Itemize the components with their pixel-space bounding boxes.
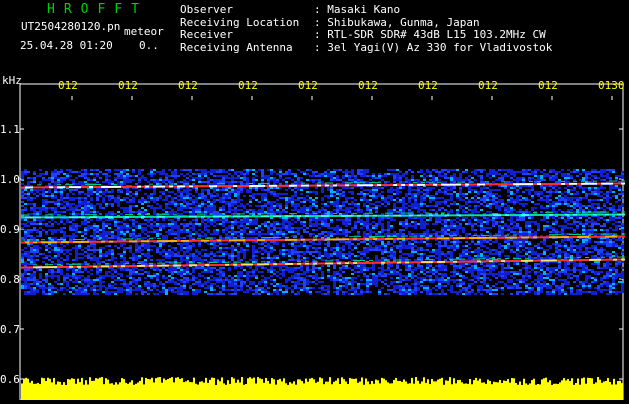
time-label: 012 [238,79,258,92]
info-value: : Masaki Kano [314,3,400,16]
y-tick-label: 0.8 [0,273,20,286]
mode-tag: meteor [124,25,164,38]
info-value: : Shibukawa, Gunma, Japan [314,16,480,29]
time-label: 012 [58,79,78,92]
filename-label: UT2504280120.pn [21,20,120,33]
time-label: 012 [418,79,438,92]
extra-label: 0.. [139,39,159,52]
app-logo: HROFFT [47,2,148,17]
time-label: 012 [178,79,198,92]
time-label: 012 [358,79,378,92]
y-tick-label: 0.7 [0,323,20,336]
header: HROFFT UT2504280120.pn meteor 25.04.28 0… [0,0,629,72]
info-value: : 3el Yagi(V) Az 330 for Vladivostok [314,41,552,54]
time-label: 0130 [598,79,625,92]
observation-info: Observer: Masaki KanoReceiving Location:… [180,4,552,54]
info-label: Receiving Antenna [180,42,314,55]
y-tick-label: 0.6 [0,373,20,386]
y-unit-label: kHz [2,74,22,87]
info-label: Receiver [180,29,314,42]
spectrogram: kHz 1.1 1.0 0.9 0.8 0.7 0.6 012 012 012 012 012 012 0… [0,72,629,400]
spectrogram-panel: kHz 1.1 1.0 0.9 0.8 0.7 0.6 012 012 012 012 012 012 0… [0,72,629,400]
datetime-label: 25.04.28 01:20 [20,39,113,52]
info-value: : RTL-SDR SDR# 43dB L15 103.2MHz CW [314,28,546,41]
y-tick-label: 1.1 [0,123,20,136]
y-tick-label: 0.9 [0,223,20,236]
time-label: 012 [478,79,498,92]
y-tick-label: 1.0 [0,173,20,186]
time-label: 012 [118,79,138,92]
info-label: Observer [180,4,314,17]
info-row: Receiving Antenna: 3el Yagi(V) Az 330 fo… [180,42,552,55]
time-label: 012 [298,79,318,92]
time-label: 012 [538,79,558,92]
